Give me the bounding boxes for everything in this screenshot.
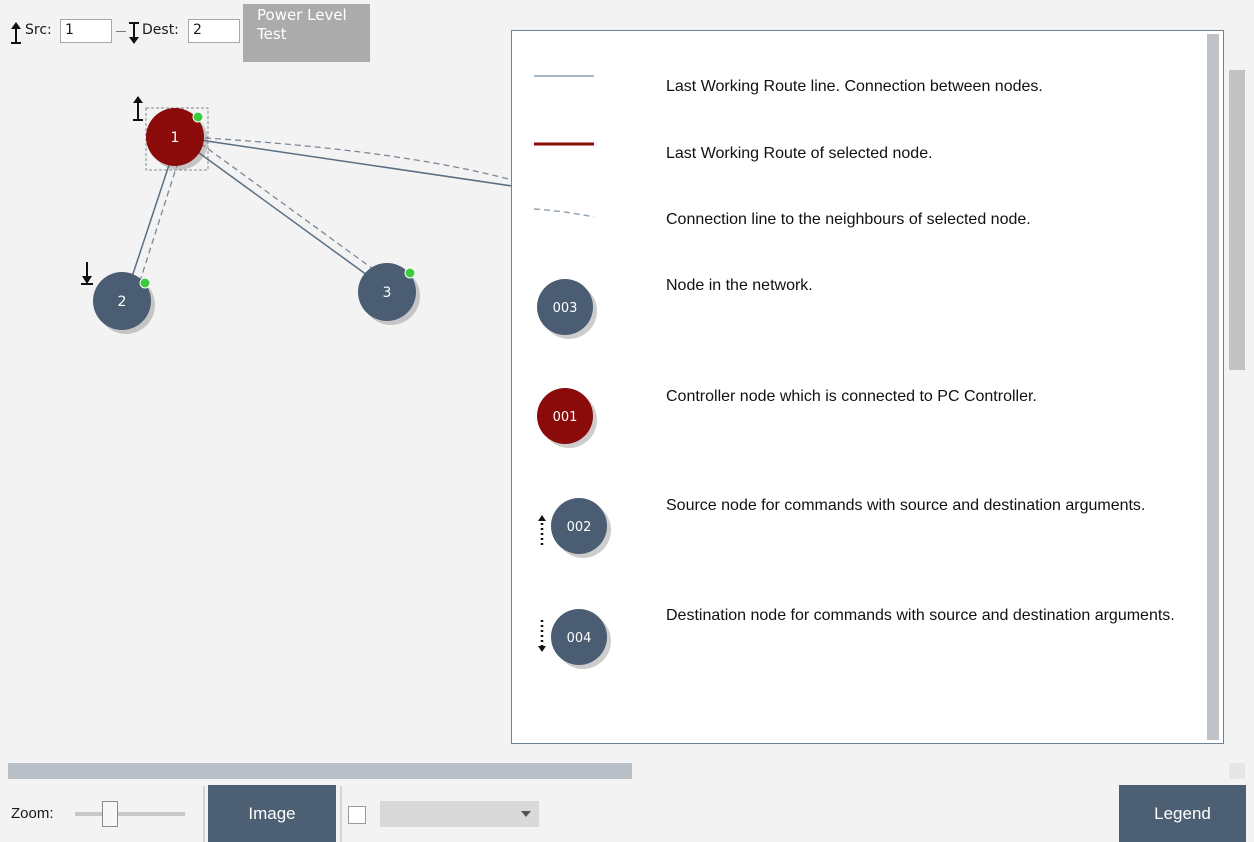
legend-item-text: Controller node which is connected to PC… [666, 388, 1037, 405]
horizontal-scrollbar[interactable] [8, 763, 632, 779]
selected-route-line-symbol [534, 142, 594, 146]
neighbour-line-offscreen [204, 137, 512, 181]
legend-item-text: Node in the network. [666, 277, 813, 294]
zoom-label: Zoom: [11, 805, 54, 822]
route-line-1-3 [194, 149, 379, 284]
node-1[interactable]: 1 [133, 96, 209, 171]
legend-scrollbar[interactable] [1207, 34, 1219, 740]
toolbar-divider [340, 786, 342, 842]
bottom-toolbar [0, 784, 1254, 842]
neighbour-dashed-line-symbol [534, 208, 595, 218]
toolbar-divider [203, 786, 205, 842]
svg-text:004: 004 [567, 631, 592, 646]
svg-text:002: 002 [567, 520, 592, 535]
destination-node-symbol: 004 [538, 609, 611, 669]
checkbox[interactable] [348, 806, 366, 824]
chevron-down-icon [521, 811, 531, 817]
node-3-label: 3 [383, 285, 392, 301]
svg-text:001: 001 [553, 410, 578, 425]
node-2[interactable]: 2 [81, 262, 155, 334]
source-arrow-icon [133, 96, 143, 121]
image-button[interactable]: Image [208, 785, 336, 842]
legend-item-text: Destination node for commands with sourc… [666, 607, 1175, 624]
node-2-label: 2 [118, 294, 127, 310]
legend-item-text: Source node for commands with source and… [666, 497, 1146, 514]
controller-node-symbol: 001 [537, 388, 597, 448]
legend-panel: Last Working Route line. Connection betw… [511, 30, 1224, 744]
legend-item-text: Last Working Route of selected node. [666, 145, 933, 162]
zoom-slider-track[interactable] [75, 812, 185, 816]
zoom-slider-thumb[interactable] [102, 801, 118, 827]
legend-item-text: Connection line to the neighbours of sel… [666, 211, 1031, 228]
scrollbar-corner [1229, 763, 1245, 779]
source-node-symbol: 002 [538, 498, 611, 558]
status-online-icon [192, 111, 204, 123]
vertical-scrollbar[interactable] [1229, 70, 1245, 370]
status-online-icon [139, 277, 151, 289]
node-1-label: 1 [171, 130, 180, 146]
status-online-icon [404, 267, 416, 279]
destination-arrow-icon [81, 262, 93, 285]
network-canvas[interactable]: 1 2 3 [0, 0, 512, 760]
route-line-symbol [534, 75, 594, 77]
dropdown-select[interactable] [380, 801, 539, 827]
legend-button[interactable]: Legend [1119, 785, 1246, 842]
node-3[interactable]: 3 [358, 263, 420, 325]
legend-item-text: Last Working Route line. Connection betw… [666, 78, 1043, 95]
route-line-offscreen [199, 139, 512, 187]
svg-text:003: 003 [553, 301, 578, 316]
node-symbol: 003 [537, 279, 597, 339]
